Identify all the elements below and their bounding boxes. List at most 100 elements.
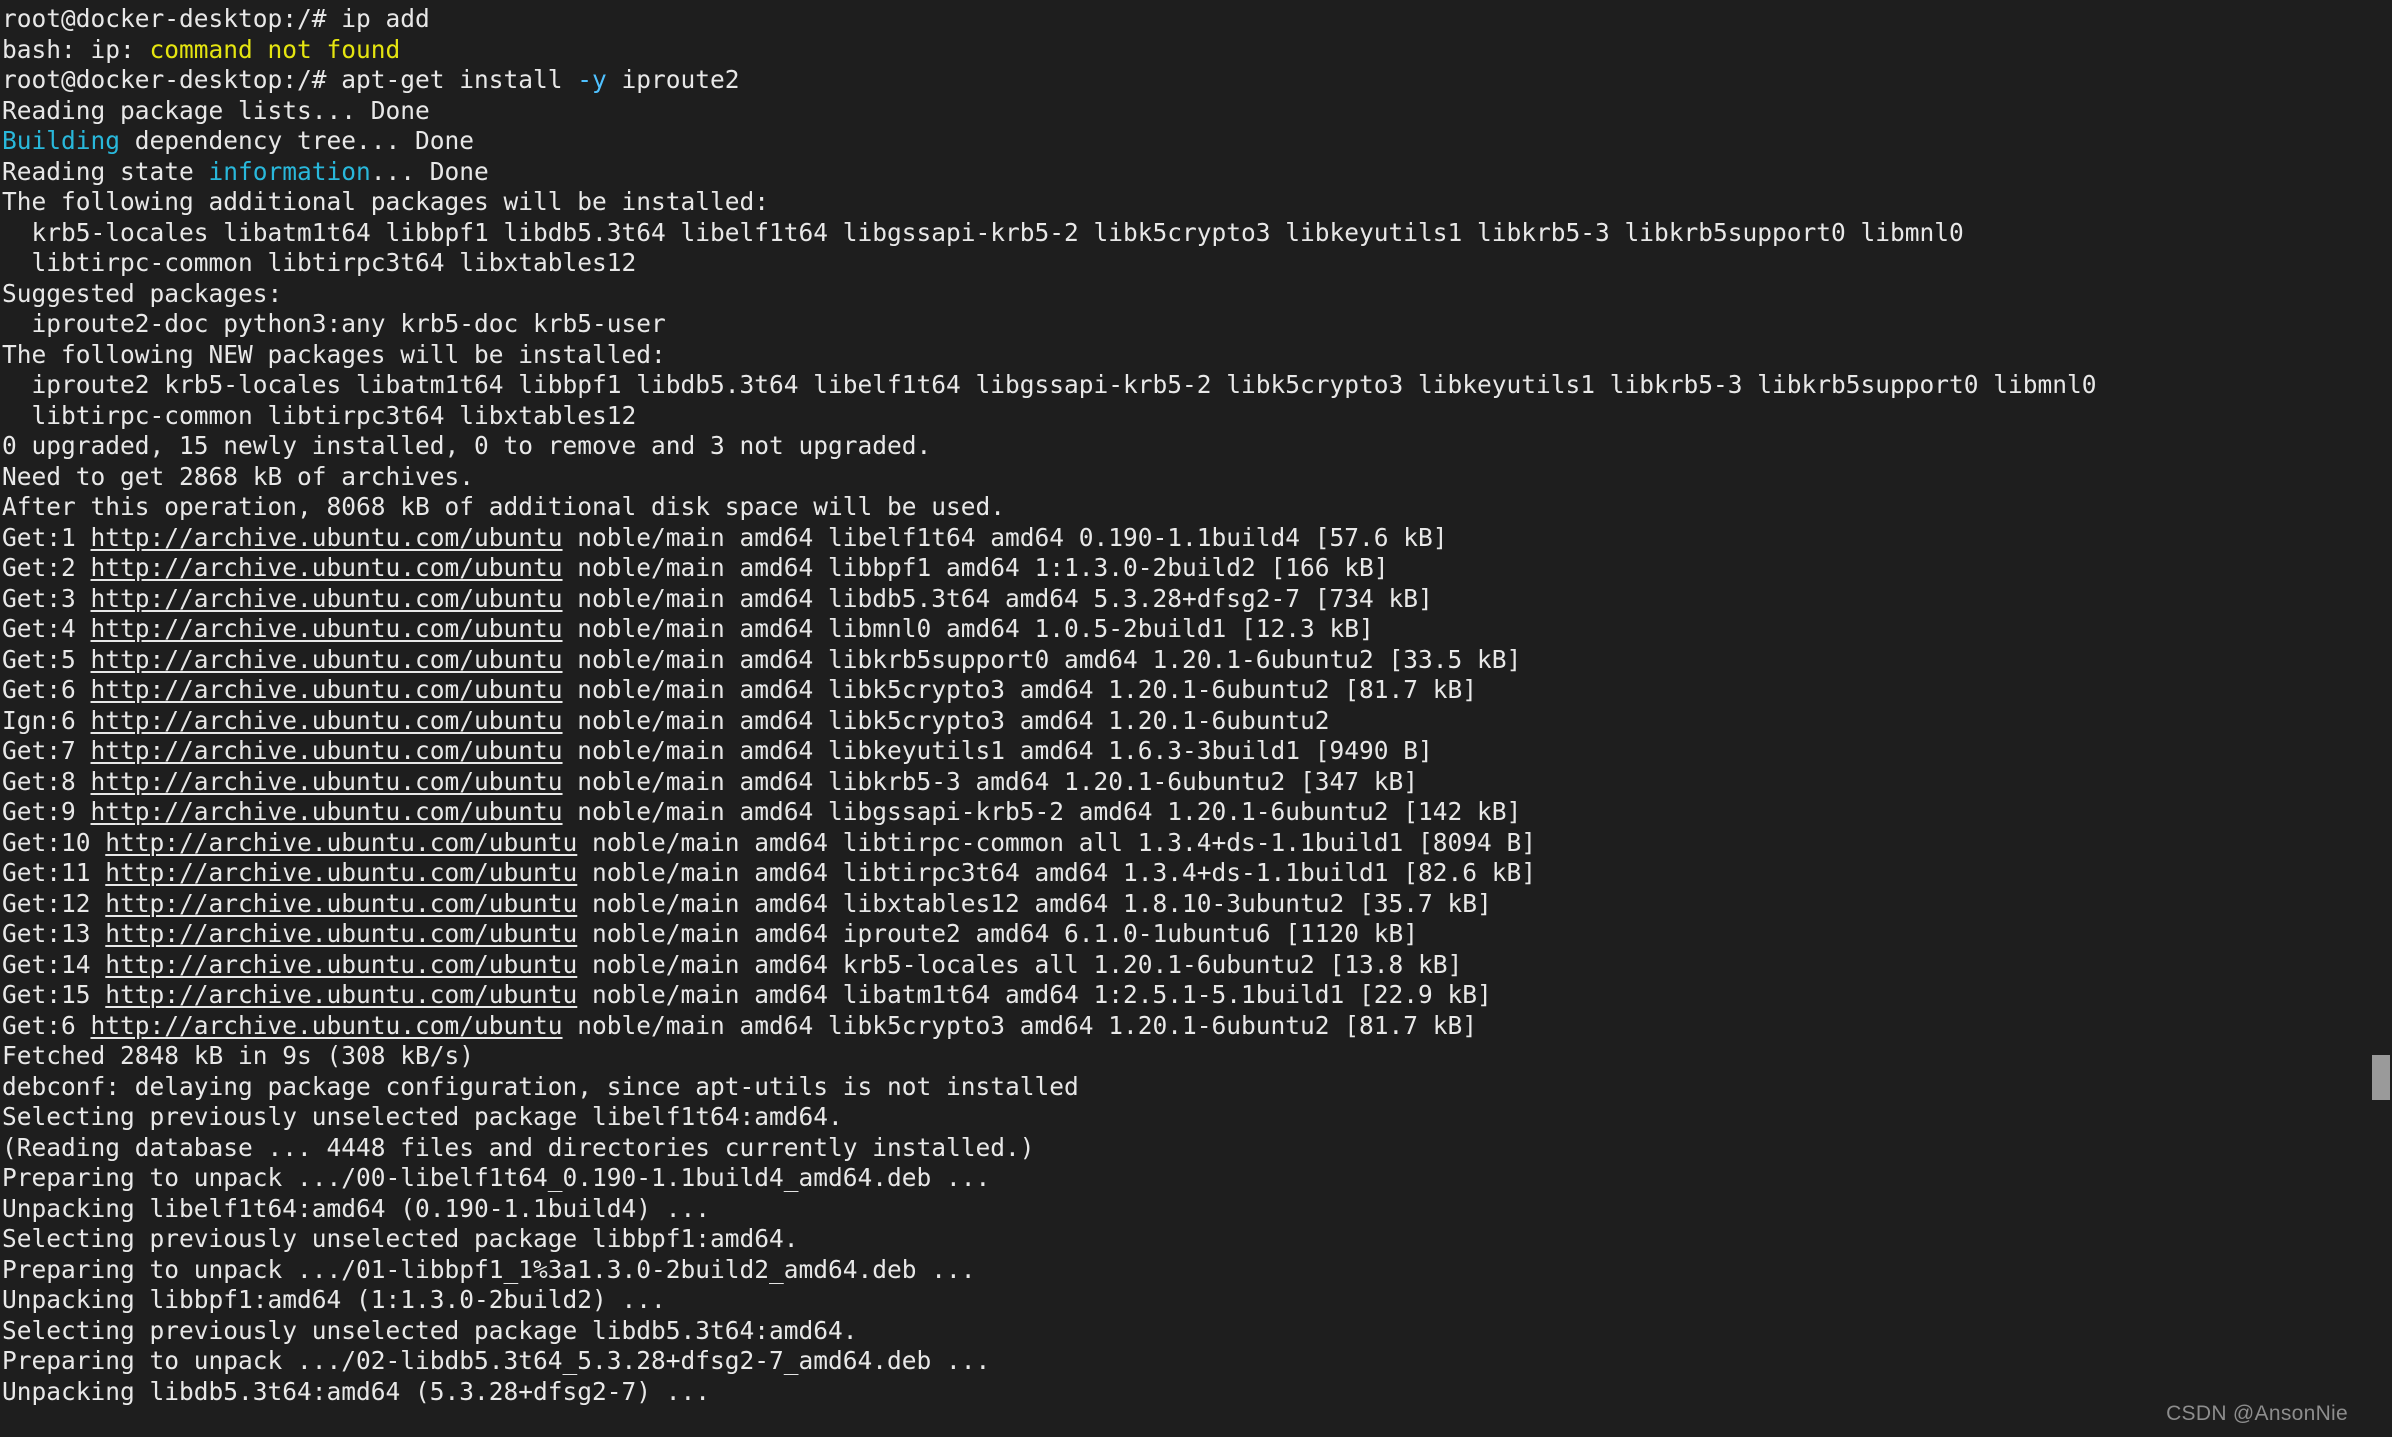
terminal-text: noble/main amd64 libtirpc-common all 1.3…: [577, 827, 1537, 857]
terminal-text: Get:10: [2, 827, 106, 857]
repository-url-link[interactable]: http://archive.ubuntu.com/ubuntu: [91, 767, 563, 796]
repository-url-link[interactable]: http://archive.ubuntu.com/ubuntu: [105, 980, 577, 1009]
terminal-line: debconf: delaying package configuration,…: [2, 1072, 2392, 1103]
terminal-text: Get:6: [2, 675, 91, 704]
terminal-text: Get:14: [2, 949, 106, 979]
terminal-text: Preparing to unpack .../02-libdb5.3t64_5…: [2, 1346, 991, 1375]
repository-url-link[interactable]: http://archive.ubuntu.com/ubuntu: [91, 736, 563, 765]
watermark-label: CSDN @AnsonNie: [2166, 1401, 2348, 1425]
terminal-line: Reading package lists... Done: [2, 96, 2392, 127]
terminal-line: Get:15 http://archive.ubuntu.com/ubuntu …: [2, 980, 2392, 1011]
terminal-line: Suggested packages:: [2, 279, 2392, 310]
terminal-line: Get:3 http://archive.ubuntu.com/ubuntu n…: [2, 584, 2392, 615]
repository-url-link[interactable]: http://archive.ubuntu.com/ubuntu: [105, 919, 577, 948]
terminal-output: root@docker-desktop:/# ip add bash: ip: c…: [2, 4, 2392, 1407]
terminal-text: noble/main amd64 libkrb5-3 amd64 1.20.1-…: [562, 766, 1419, 796]
terminal-text: ip add: [341, 4, 430, 33]
terminal-line: Ign:6 http://archive.ubuntu.com/ubuntu n…: [2, 706, 2392, 737]
repository-url-link[interactable]: http://archive.ubuntu.com/ubuntu: [91, 797, 563, 826]
terminal-line: Need to get 2868 kB of archives.: [2, 462, 2392, 493]
terminal-text: Unpacking libelf1t64:amd64 (0.190-1.1bui…: [2, 1193, 711, 1223]
repository-url-link[interactable]: http://archive.ubuntu.com/ubuntu: [91, 523, 563, 552]
terminal-text: Reading state: [2, 156, 209, 186]
terminal-text: The following NEW packages will be insta…: [2, 339, 666, 369]
terminal-line: Unpacking libdb5.3t64:amd64 (5.3.28+dfsg…: [2, 1377, 2392, 1408]
terminal-text: root@docker-desktop:/#: [2, 65, 342, 94]
terminal-line: Get:14 http://archive.ubuntu.com/ubuntu …: [2, 950, 2392, 981]
terminal-text: 0 upgraded, 15 newly installed, 0 to rem…: [2, 431, 932, 460]
vertical-scrollbar-thumb[interactable]: [2372, 1055, 2390, 1100]
repository-url-link[interactable]: http://archive.ubuntu.com/ubuntu: [91, 675, 563, 704]
terminal-line: Get:9 http://archive.ubuntu.com/ubuntu n…: [2, 797, 2392, 828]
terminal-line: The following additional packages will b…: [2, 187, 2392, 218]
repository-url-link[interactable]: http://archive.ubuntu.com/ubuntu: [91, 553, 563, 582]
repository-url-link[interactable]: http://archive.ubuntu.com/ubuntu: [91, 1011, 563, 1040]
terminal-text: Selecting previously unselected package …: [2, 1224, 799, 1253]
terminal-text: Get:1: [2, 522, 91, 552]
terminal-line: 0 upgraded, 15 newly installed, 0 to rem…: [2, 431, 2392, 462]
terminal-text: krb5-locales libatm1t64 libbpf1 libdb5.3…: [2, 217, 1964, 247]
terminal-text: Get:2: [2, 553, 91, 582]
terminal-text: noble/main amd64 libbpf1 amd64 1:1.3.0-2…: [562, 553, 1389, 582]
repository-url-link[interactable]: http://archive.ubuntu.com/ubuntu: [105, 828, 577, 857]
repository-url-link[interactable]: http://archive.ubuntu.com/ubuntu: [91, 614, 563, 643]
terminal-text: noble/main amd64 iproute2 amd64 6.1.0-1u…: [577, 919, 1419, 948]
terminal-line: Get:5 http://archive.ubuntu.com/ubuntu n…: [2, 645, 2392, 676]
terminal-line: Unpacking libelf1t64:amd64 (0.190-1.1bui…: [2, 1194, 2392, 1225]
terminal-window[interactable]: root@docker-desktop:/# ip add bash: ip: c…: [0, 0, 2392, 1437]
terminal-text: Fetched 2848 kB in 9s (308 kB/s): [2, 1041, 475, 1070]
terminal-text: noble/main amd64 libgssapi-krb5-2 amd64 …: [562, 797, 1522, 826]
terminal-text: noble/main amd64 libk5crypto3 amd64 1.20…: [562, 705, 1330, 735]
terminal-line: root@docker-desktop:/# apt-get install -…: [2, 65, 2392, 96]
terminal-text: noble/main amd64 libmnl0 amd64 1.0.5-2bu…: [562, 614, 1374, 643]
terminal-text: libtirpc-common libtirpc3t64 libxtables1…: [2, 400, 637, 430]
terminal-text: Get:15: [2, 980, 106, 1009]
repository-url-link[interactable]: http://archive.ubuntu.com/ubuntu: [105, 950, 577, 979]
terminal-line: libtirpc-common libtirpc3t64 libxtables1…: [2, 401, 2392, 432]
terminal-text: Get:8: [2, 766, 91, 796]
repository-url-link[interactable]: http://archive.ubuntu.com/ubuntu: [105, 889, 577, 918]
terminal-text: The following additional packages will b…: [2, 187, 770, 216]
repository-url-link[interactable]: http://archive.ubuntu.com/ubuntu: [91, 645, 563, 674]
terminal-text: Suggested packages:: [2, 278, 283, 308]
terminal-text: ... Done: [370, 156, 489, 186]
terminal-text: Unpacking libdb5.3t64:amd64 (5.3.28+dfsg…: [2, 1376, 711, 1406]
terminal-line: (Reading database ... 4448 files and dir…: [2, 1133, 2392, 1164]
terminal-text: Get:6: [2, 1010, 91, 1040]
terminal-text: apt-get install: [341, 65, 578, 94]
terminal-text: (Reading database ... 4448 files and dir…: [2, 1132, 1035, 1162]
terminal-line: Selecting previously unselected package …: [2, 1316, 2392, 1347]
terminal-text: Selecting previously unselected package …: [2, 1102, 843, 1131]
terminal-text: Reading package lists... Done: [2, 95, 430, 125]
terminal-text: noble/main amd64 libdb5.3t64 amd64 5.3.2…: [562, 583, 1433, 613]
terminal-line: After this operation, 8068 kB of additio…: [2, 492, 2392, 523]
terminal-text: noble/main amd64 krb5-locales all 1.20.1…: [577, 949, 1463, 979]
terminal-text: Get:3: [2, 583, 91, 613]
terminal-text: Ign:6: [2, 705, 91, 735]
repository-url-link[interactable]: http://archive.ubuntu.com/ubuntu: [91, 584, 563, 613]
terminal-line: iproute2-doc python3:any krb5-doc krb5-u…: [2, 309, 2392, 340]
terminal-text: Selecting previously unselected package …: [2, 1315, 858, 1345]
terminal-text: Unpacking libbpf1:amd64 (1:1.3.0-2build2…: [2, 1285, 666, 1314]
terminal-line: Get:4 http://archive.ubuntu.com/ubuntu n…: [2, 614, 2392, 645]
terminal-text: noble/main amd64 libk5crypto3 amd64 1.20…: [562, 675, 1478, 704]
terminal-text: Get:13: [2, 919, 106, 948]
repository-url-link[interactable]: http://archive.ubuntu.com/ubuntu: [91, 706, 563, 735]
terminal-line: The following NEW packages will be insta…: [2, 340, 2392, 371]
repository-url-link[interactable]: http://archive.ubuntu.com/ubuntu: [105, 858, 577, 887]
terminal-text: debconf: delaying package configuration,…: [2, 1071, 1079, 1101]
terminal-line: Get:10 http://archive.ubuntu.com/ubuntu …: [2, 828, 2392, 859]
terminal-text: Preparing to unpack .../00-libelf1t64_0.…: [2, 1163, 991, 1192]
vertical-scrollbar-track[interactable]: [2368, 0, 2392, 1437]
terminal-text: iproute2-doc python3:any krb5-doc krb5-u…: [2, 309, 666, 338]
terminal-text: Get:12: [2, 888, 106, 918]
terminal-text: noble/main amd64 libxtables12 amd64 1.8.…: [577, 888, 1492, 918]
terminal-line: Preparing to unpack .../01-libbpf1_1%3a1…: [2, 1255, 2392, 1286]
terminal-text: After this operation, 8068 kB of additio…: [2, 492, 1006, 521]
terminal-text: information: [208, 156, 371, 186]
terminal-text: command not found: [149, 34, 401, 64]
terminal-text: Get:9: [2, 797, 91, 826]
terminal-line: Get:12 http://archive.ubuntu.com/ubuntu …: [2, 889, 2392, 920]
terminal-line: Preparing to unpack .../02-libdb5.3t64_5…: [2, 1346, 2392, 1377]
terminal-text: Get:5: [2, 644, 91, 674]
